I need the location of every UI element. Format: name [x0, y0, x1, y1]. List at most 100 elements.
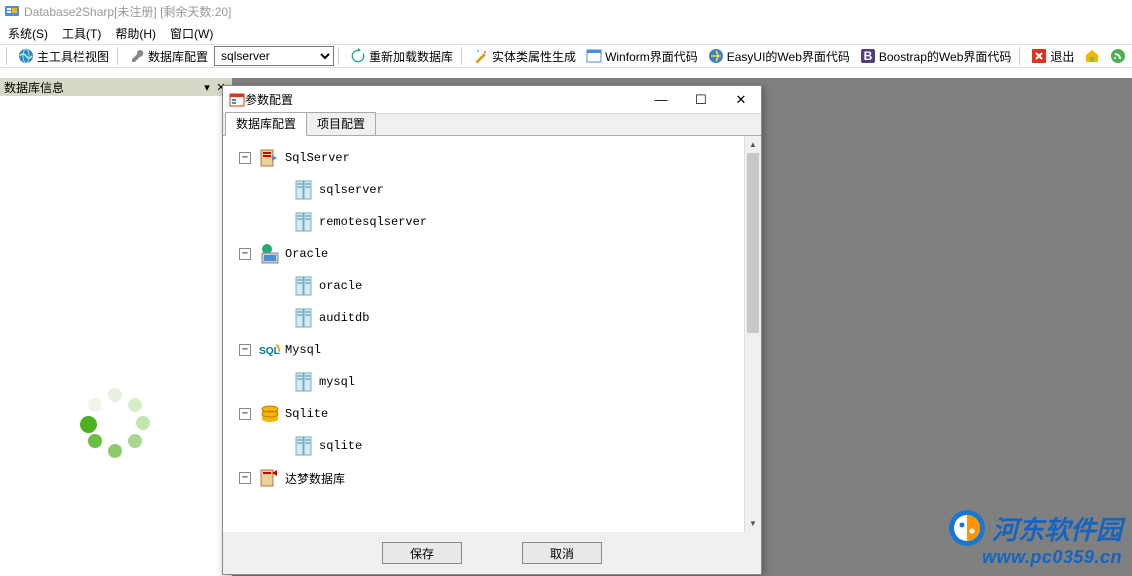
window-title: Database2Sharp[未注册] [剩余天数:20] — [24, 3, 231, 20]
tb-main-view[interactable]: 主工具栏视图 — [14, 47, 113, 66]
menu-system[interactable]: 系统(S) — [8, 25, 48, 42]
menu-help[interactable]: 帮助(H) — [115, 25, 156, 42]
dialog-footer: 保存 取消 — [223, 532, 761, 574]
maximize-button[interactable]: ☐ — [681, 86, 721, 114]
tree-node[interactable]: remotesqlserver — [231, 206, 761, 238]
dialog-title: 参数配置 — [245, 91, 641, 108]
tree-node[interactable]: auditdb — [231, 302, 761, 334]
oracle-icon — [259, 243, 281, 265]
toolbar: 主工具栏视图 数据库配置 sqlserver 重新加载数据库 实体类属性生成 W… — [0, 44, 1132, 68]
watermark: 河东软件园 www.pc0359.cn — [948, 509, 1122, 568]
separator — [1019, 47, 1023, 65]
tree-label: 达梦数据库 — [285, 470, 345, 487]
dialog-icon — [229, 92, 245, 108]
tree-label: auditdb — [319, 311, 369, 325]
db-icon — [293, 371, 315, 393]
tb-db-config[interactable]: 数据库配置 — [125, 47, 212, 66]
db-tree[interactable]: − SqlServer sqlserver remotesqlserver − Oracl… — [223, 136, 761, 494]
db-icon — [293, 179, 315, 201]
db-icon — [293, 211, 315, 233]
tree-node[interactable]: sqlserver — [231, 174, 761, 206]
sqlserver-icon — [259, 147, 281, 169]
minimize-button[interactable]: — — [641, 86, 681, 114]
tree-label: mysql — [319, 375, 355, 389]
tree-toggle-icon[interactable]: − — [239, 344, 251, 356]
tree-label: Sqlite — [285, 407, 328, 421]
tb-exit[interactable]: 退出 — [1027, 47, 1078, 66]
tree-label: Mysql — [285, 343, 321, 357]
loading-spinner — [80, 388, 150, 458]
tb-entity-gen[interactable]: 实体类属性生成 — [469, 47, 580, 66]
tree-node[interactable]: oracle — [231, 270, 761, 302]
tree-label: sqlite — [319, 439, 362, 453]
window-icon — [586, 48, 602, 64]
tree-node[interactable]: mysql — [231, 366, 761, 398]
wrench-icon — [129, 48, 145, 64]
ie-icon — [708, 48, 724, 64]
separator — [6, 47, 10, 65]
menu-tools[interactable]: 工具(T) — [62, 25, 101, 42]
close-button[interactable]: ✕ — [721, 86, 761, 114]
tb-rss[interactable] — [1106, 47, 1130, 65]
separator — [338, 47, 342, 65]
db-icon — [293, 307, 315, 329]
left-panel-title: 数据库信息 — [4, 79, 64, 96]
svg-text:B: B — [864, 49, 873, 63]
dialog-tabs: 数据库配置 项目配置 — [223, 114, 761, 136]
left-panel: 数据库信息 ▾ ✕ — [0, 78, 232, 576]
tree-label: SqlServer — [285, 151, 350, 165]
scrollbar[interactable]: ▲ ▼ — [744, 136, 761, 532]
tree-toggle-icon[interactable]: − — [239, 248, 251, 260]
tree-node[interactable]: −SQL Mysql — [231, 334, 761, 366]
config-dialog: 参数配置 — ☐ ✕ 数据库配置 项目配置 − SqlServer sqlserve… — [222, 85, 762, 575]
left-panel-titlebar: 数据库信息 ▾ ✕ — [0, 78, 232, 96]
watermark-icon — [948, 509, 986, 547]
tb-bootstrap-code[interactable]: B Boostrap的Web界面代码 — [856, 47, 1016, 66]
pin-icon[interactable]: ▾ — [200, 81, 214, 94]
tab-db-config[interactable]: 数据库配置 — [225, 112, 307, 136]
watermark-name: 河东软件园 — [992, 510, 1122, 547]
db-icon — [293, 435, 315, 457]
menubar: 系统(S) 工具(T) 帮助(H) 窗口(W) — [0, 22, 1132, 44]
tree-toggle-icon[interactable]: − — [239, 472, 251, 484]
refresh-icon — [350, 48, 366, 64]
tree-node[interactable]: sqlite — [231, 430, 761, 462]
dialog-body: − SqlServer sqlserver remotesqlserver − Oracl… — [223, 136, 761, 532]
db-icon — [293, 275, 315, 297]
wand-icon — [473, 48, 489, 64]
tree-label: sqlserver — [319, 183, 384, 197]
tb-winform-code[interactable]: Winform界面代码 — [582, 47, 702, 66]
tree-toggle-icon[interactable]: − — [239, 152, 251, 164]
dm-icon — [259, 467, 281, 489]
dialog-titlebar[interactable]: 参数配置 — ☐ ✕ — [223, 86, 761, 114]
scroll-thumb[interactable] — [747, 153, 759, 333]
globe-icon — [18, 48, 34, 64]
tree-toggle-icon[interactable]: − — [239, 408, 251, 420]
tree-node[interactable]: − Sqlite — [231, 398, 761, 430]
separator — [117, 47, 121, 65]
tree-label: oracle — [319, 279, 362, 293]
tree-node[interactable]: − SqlServer — [231, 142, 761, 174]
tb-reload-db[interactable]: 重新加载数据库 — [346, 47, 457, 66]
rss-icon — [1110, 48, 1126, 64]
tree-node[interactable]: − Oracle — [231, 238, 761, 270]
cancel-button[interactable]: 取消 — [522, 542, 602, 564]
save-button[interactable]: 保存 — [382, 542, 462, 564]
close-icon — [1031, 48, 1047, 64]
app-icon — [4, 3, 20, 19]
home-icon — [1084, 48, 1100, 64]
tb-home[interactable] — [1080, 47, 1104, 65]
svg-text:SQL: SQL — [259, 346, 280, 357]
tree-label: remotesqlserver — [319, 215, 427, 229]
titlebar: Database2Sharp[未注册] [剩余天数:20] — [0, 0, 1132, 22]
tree-label: Oracle — [285, 247, 328, 261]
tree-node[interactable]: − 达梦数据库 — [231, 462, 761, 494]
db-select[interactable]: sqlserver — [214, 46, 334, 66]
mysql-icon: SQL — [259, 339, 281, 361]
scroll-down-icon[interactable]: ▼ — [745, 515, 761, 532]
tab-proj-config[interactable]: 项目配置 — [306, 112, 376, 135]
tb-easyui-code[interactable]: EasyUI的Web界面代码 — [704, 47, 854, 66]
sqlite-icon — [259, 403, 281, 425]
scroll-up-icon[interactable]: ▲ — [745, 136, 761, 153]
menu-window[interactable]: 窗口(W) — [170, 25, 213, 42]
